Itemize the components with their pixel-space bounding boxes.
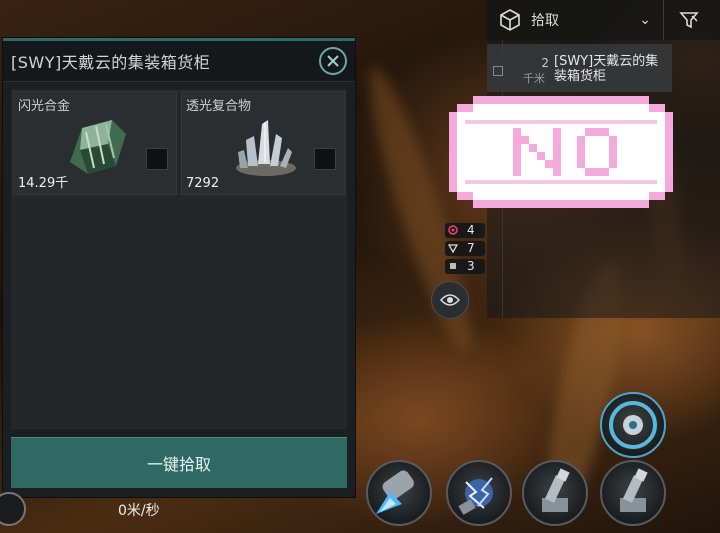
cargo-window: [SWY]天戴云的集装箱货柜 闪光合金 14.29千 透光复合物 7292 一键… [3, 38, 355, 497]
ecm-burst-module[interactable] [446, 460, 512, 526]
counter-value: 7 [467, 241, 475, 255]
eye-button[interactable] [431, 281, 469, 319]
divider [663, 0, 664, 40]
counter-value: 3 [467, 259, 475, 273]
item-name: 透光复合物 [186, 99, 252, 114]
shield-booster-module[interactable] [600, 392, 666, 458]
ecm-burst-icon [458, 477, 493, 515]
pickup-action-dropdown[interactable]: 拾取 [531, 10, 639, 30]
no-sticker: NO [449, 96, 673, 208]
pickup-all-button[interactable]: 一键拾取 [11, 437, 347, 488]
eye-icon [440, 294, 460, 306]
overview-row-container[interactable]: 2 千米 [SWY]天戴云的集装箱货柜 [487, 44, 672, 92]
camera-icon[interactable] [0, 492, 26, 526]
mining-laser-module-1[interactable] [522, 460, 588, 526]
afterburner-icon [376, 470, 414, 514]
square-icon [450, 263, 456, 269]
counter-value: 4 [467, 223, 475, 237]
chevron-down-icon[interactable]: ⌄ [639, 12, 651, 28]
speed-label: 0米/秒 [118, 503, 160, 519]
item-slot-translucent-compound[interactable]: 透光复合物 7292 [181, 91, 345, 195]
item-select-checkbox[interactable] [314, 148, 336, 170]
filter-icon[interactable] [678, 9, 700, 31]
mining-laser-module-2[interactable] [600, 460, 666, 526]
item-quantity: 7292 [186, 176, 220, 191]
counter-other[interactable]: 3 [445, 259, 485, 274]
counter-targets[interactable]: 4 [445, 223, 485, 238]
item-slot-flash-alloy[interactable]: 闪光合金 14.29千 [13, 91, 177, 195]
shield-booster-icon [609, 401, 657, 449]
item-select-checkbox[interactable] [146, 148, 168, 170]
mining-laser-icon [542, 468, 570, 512]
crystal-ore-icon [236, 120, 296, 176]
cube-icon [500, 9, 520, 31]
row-distance: 2 [541, 56, 549, 70]
item-quantity: 14.29千 [18, 176, 69, 191]
window-header: [SWY]天戴云的集装箱货柜 [3, 41, 355, 82]
items-area: 闪光合金 14.29千 透光复合物 7292 [11, 89, 347, 429]
close-icon [327, 55, 339, 67]
top-action-bar: 拾取 ⌄ [487, 0, 720, 40]
counter-drones[interactable]: 7 [445, 241, 485, 256]
row-distance-unit: 千米 [523, 72, 545, 85]
mining-laser-icon [620, 468, 648, 512]
alloy-ore-icon [70, 120, 126, 174]
item-name: 闪光合金 [18, 99, 71, 114]
window-title: [SWY]天戴云的集装箱货柜 [11, 53, 211, 72]
container-type-icon [493, 66, 503, 76]
row-name: [SWY]天戴云的集装箱货柜 [554, 54, 659, 84]
afterburner-module[interactable] [366, 460, 432, 526]
target-icon [448, 225, 458, 235]
drone-icon [448, 244, 458, 253]
close-button[interactable] [319, 47, 347, 75]
